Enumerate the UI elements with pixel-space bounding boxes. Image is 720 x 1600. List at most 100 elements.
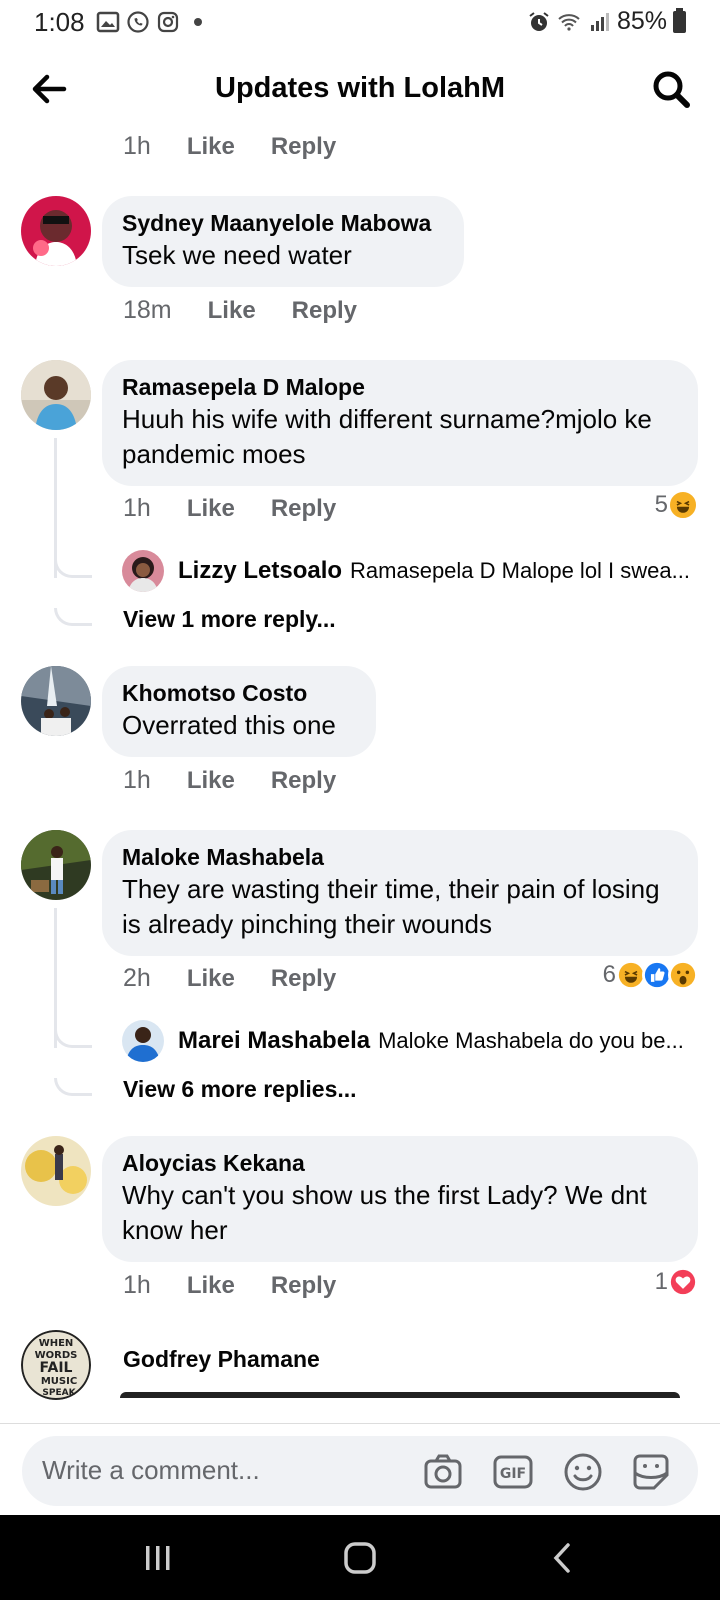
signal-icon [590,12,609,31]
emoji-icon[interactable] [562,1451,604,1493]
comment-actions: 1h Like Reply [123,494,336,523]
page-title: Updates with LolahM [215,72,505,104]
comment-text: Huuh his wife with different surname?mjo… [122,404,652,469]
comment-author[interactable]: Godfrey Phamane [123,1346,320,1373]
alarm-icon [529,11,549,31]
camera-icon[interactable] [422,1451,464,1493]
reply-button[interactable]: Reply [271,1272,336,1300]
haha-reaction-icon [668,490,698,520]
reply-button[interactable]: Reply [271,133,336,161]
reply-button[interactable]: Reply [271,965,336,993]
comment-bubble[interactable]: Sydney Maanyelole Mabowa Tsek we need wa… [102,196,464,287]
battery-percent: 85% [616,7,667,35]
status-time: 1:08 [34,7,85,37]
search-icon[interactable] [650,68,692,110]
avatar[interactable] [122,550,164,592]
avatar[interactable] [21,360,91,430]
comments-feed[interactable]: 1h Like Reply Sydney Maanyelole Mabowa T… [0,128,720,1423]
avatar-logo-text: WHEN [39,1338,74,1349]
gif-icon[interactable]: GIF [492,1451,534,1493]
back-icon[interactable] [546,1540,582,1576]
wow-reaction-icon [668,960,698,990]
thread-connector [54,608,92,626]
comment-actions: 1h Like Reply [123,766,336,795]
reply-text: Maloke Mashabela do you be... [378,1028,684,1053]
comment-placeholder: Write a comment... [42,1455,260,1485]
comment-bubble[interactable]: Maloke Mashabela They are wasting their … [102,830,698,956]
comment-text: Why can't you show us the first Lady? We… [122,1180,647,1245]
recent-apps-icon[interactable] [140,1540,176,1576]
like-button[interactable]: Like [187,965,235,993]
sticker-icon[interactable] [630,1451,672,1493]
avatar[interactable] [21,196,91,266]
thread-line [54,908,57,1048]
wifi-icon [558,13,580,31]
home-icon[interactable] [342,1540,378,1576]
reply-author[interactable]: Marei Mashabela [178,1027,370,1055]
system-nav-bar [0,1515,720,1600]
whatsapp-icon [127,11,149,33]
instagram-icon [157,11,179,33]
thread-line [54,438,57,578]
reactions-summary[interactable]: 1 [655,1267,698,1297]
reply-button[interactable]: Reply [271,495,336,523]
reactions-summary[interactable]: 6 [603,960,698,990]
comment-time: 1h [123,494,151,522]
comment-text: They are wasting their time, their pain … [122,874,660,939]
reply-preview[interactable]: Marei Mashabela Maloke Mashabela do you … [122,1020,698,1062]
comment-author[interactable]: Aloycias Kekana [122,1148,678,1178]
avatar[interactable]: WHEN WORDS FAIL MUSIC SPEAK [21,1330,91,1400]
comment-author[interactable]: Khomotso Costo [122,678,356,708]
reaction-count: 6 [602,961,616,988]
view-more-replies-link[interactable]: View 1 more reply... [123,606,336,633]
reply-text: Ramasepela D Malope lol I swea... [350,558,690,583]
comment-time: 1h [123,1271,151,1299]
comment-time: 18m [123,296,172,324]
like-button[interactable]: Like [187,133,235,161]
battery-icon [673,7,686,33]
thread-connector [54,560,92,578]
reply-author[interactable]: Lizzy Letsoalo [178,557,342,585]
like-button[interactable]: Like [208,297,256,325]
status-bar: 1:08 85% [0,0,720,46]
comment-author[interactable]: Sydney Maanyelole Mabowa [122,208,444,238]
reaction-count: 5 [654,491,668,518]
gif-label: GIF [500,1466,526,1482]
comment-author[interactable]: Maloke Mashabela [122,842,678,872]
view-more-replies-link[interactable]: View 6 more replies... [123,1076,357,1103]
app-header: Updates with LolahM [0,46,720,136]
avatar[interactable] [21,666,91,736]
comment-actions: 1h Like Reply [123,1271,336,1300]
comment-time: 1h [123,766,151,794]
reply-preview[interactable]: Lizzy Letsoalo Ramasepela D Malope lol I… [122,550,698,592]
gallery-icon [96,11,120,33]
comment-bubble[interactable]: Ramasepela D Malope Huuh his wife with d… [102,360,698,486]
notification-icons [96,10,202,34]
avatar[interactable] [21,830,91,900]
comment-author[interactable]: Ramasepela D Malope [122,372,678,402]
comment-actions: 2h Like Reply [123,964,336,993]
comment-actions: 1h Like Reply [123,132,336,161]
like-button[interactable]: Like [187,1272,235,1300]
reply-button[interactable]: Reply [292,297,357,325]
comment-input[interactable]: Write a comment... GIF [22,1436,698,1506]
comment-bubble[interactable]: Khomotso Costo Overrated this one [102,666,376,757]
love-reaction-icon [668,1267,698,1297]
comment-text: Overrated this one [122,710,336,740]
avatar-logo-text: SPEAK [42,1388,76,1398]
comment-composer-bar: Write a comment... GIF [0,1423,720,1515]
thread-connector [54,1030,92,1048]
comment-time: 2h [123,964,151,992]
comment-bubble[interactable]: Aloycias Kekana Why can't you show us th… [102,1136,698,1262]
comment-actions: 18m Like Reply [123,296,357,325]
like-button[interactable]: Like [187,767,235,795]
reactions-summary[interactable]: 5 [655,490,698,520]
avatar[interactable] [122,1020,164,1062]
comment-image-edge [120,1392,680,1398]
comment-text: Tsek we need water [122,240,352,270]
like-button[interactable]: Like [187,495,235,523]
comment-time: 1h [123,132,151,160]
more-notifications-dot [194,18,202,26]
avatar[interactable] [21,1136,91,1206]
reply-button[interactable]: Reply [271,767,336,795]
